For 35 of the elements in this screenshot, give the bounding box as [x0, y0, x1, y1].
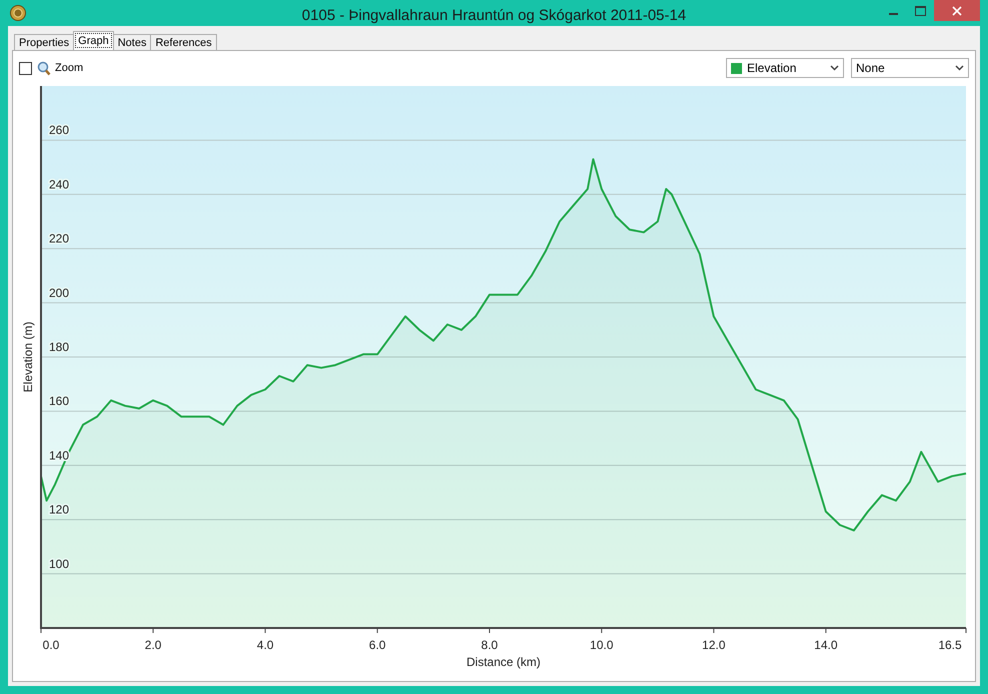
- tick-label: 4.0: [256, 638, 274, 652]
- tick-label: 8.0: [481, 638, 498, 652]
- tick-label: 240: [49, 177, 70, 192]
- tick-label: 12.0: [702, 638, 726, 652]
- series-dropdown[interactable]: Elevation: [726, 58, 844, 78]
- tick-label: 14.0: [814, 638, 838, 652]
- tick-label: 0.0: [42, 638, 60, 652]
- tab[interactable]: References: [150, 34, 217, 50]
- y-axis-title: Elevation (m): [21, 322, 35, 392]
- magnifier-icon: [37, 60, 51, 76]
- maximize-icon: [915, 6, 926, 16]
- window-title: 0105 - Þingvallahraun Hrauntún og Skógarkot 2011-05-14: [302, 7, 686, 24]
- chevron-icon: [830, 65, 839, 71]
- tick-label: 200: [49, 286, 70, 300]
- tick-label: 16.5: [938, 638, 962, 652]
- tick-label: 10.0: [590, 638, 614, 652]
- app-icon: [10, 5, 26, 21]
- series-dropdown[interactable]: None: [851, 58, 969, 78]
- close-icon: [952, 6, 962, 16]
- tick-label: 160: [49, 394, 70, 408]
- zoom-label: Zoom: [55, 62, 84, 74]
- tick-label: 180: [49, 340, 70, 354]
- tick-label: 220: [49, 232, 70, 246]
- close-button[interactable]: [934, 0, 980, 21]
- chevron-icon: [955, 65, 964, 71]
- minimize-icon: [889, 13, 898, 15]
- tab[interactable]: Properties: [14, 34, 74, 50]
- tick-label: 100: [49, 556, 70, 571]
- tab[interactable]: Graph: [73, 31, 114, 50]
- tick-label: 120: [49, 502, 70, 517]
- tick-label: 2.0: [144, 638, 162, 652]
- tick-label: 260: [49, 123, 70, 138]
- tick-label: 6.0: [369, 638, 386, 652]
- x-axis-title: Distance (km): [466, 655, 540, 669]
- zoom-checkbox[interactable]: [19, 62, 32, 74]
